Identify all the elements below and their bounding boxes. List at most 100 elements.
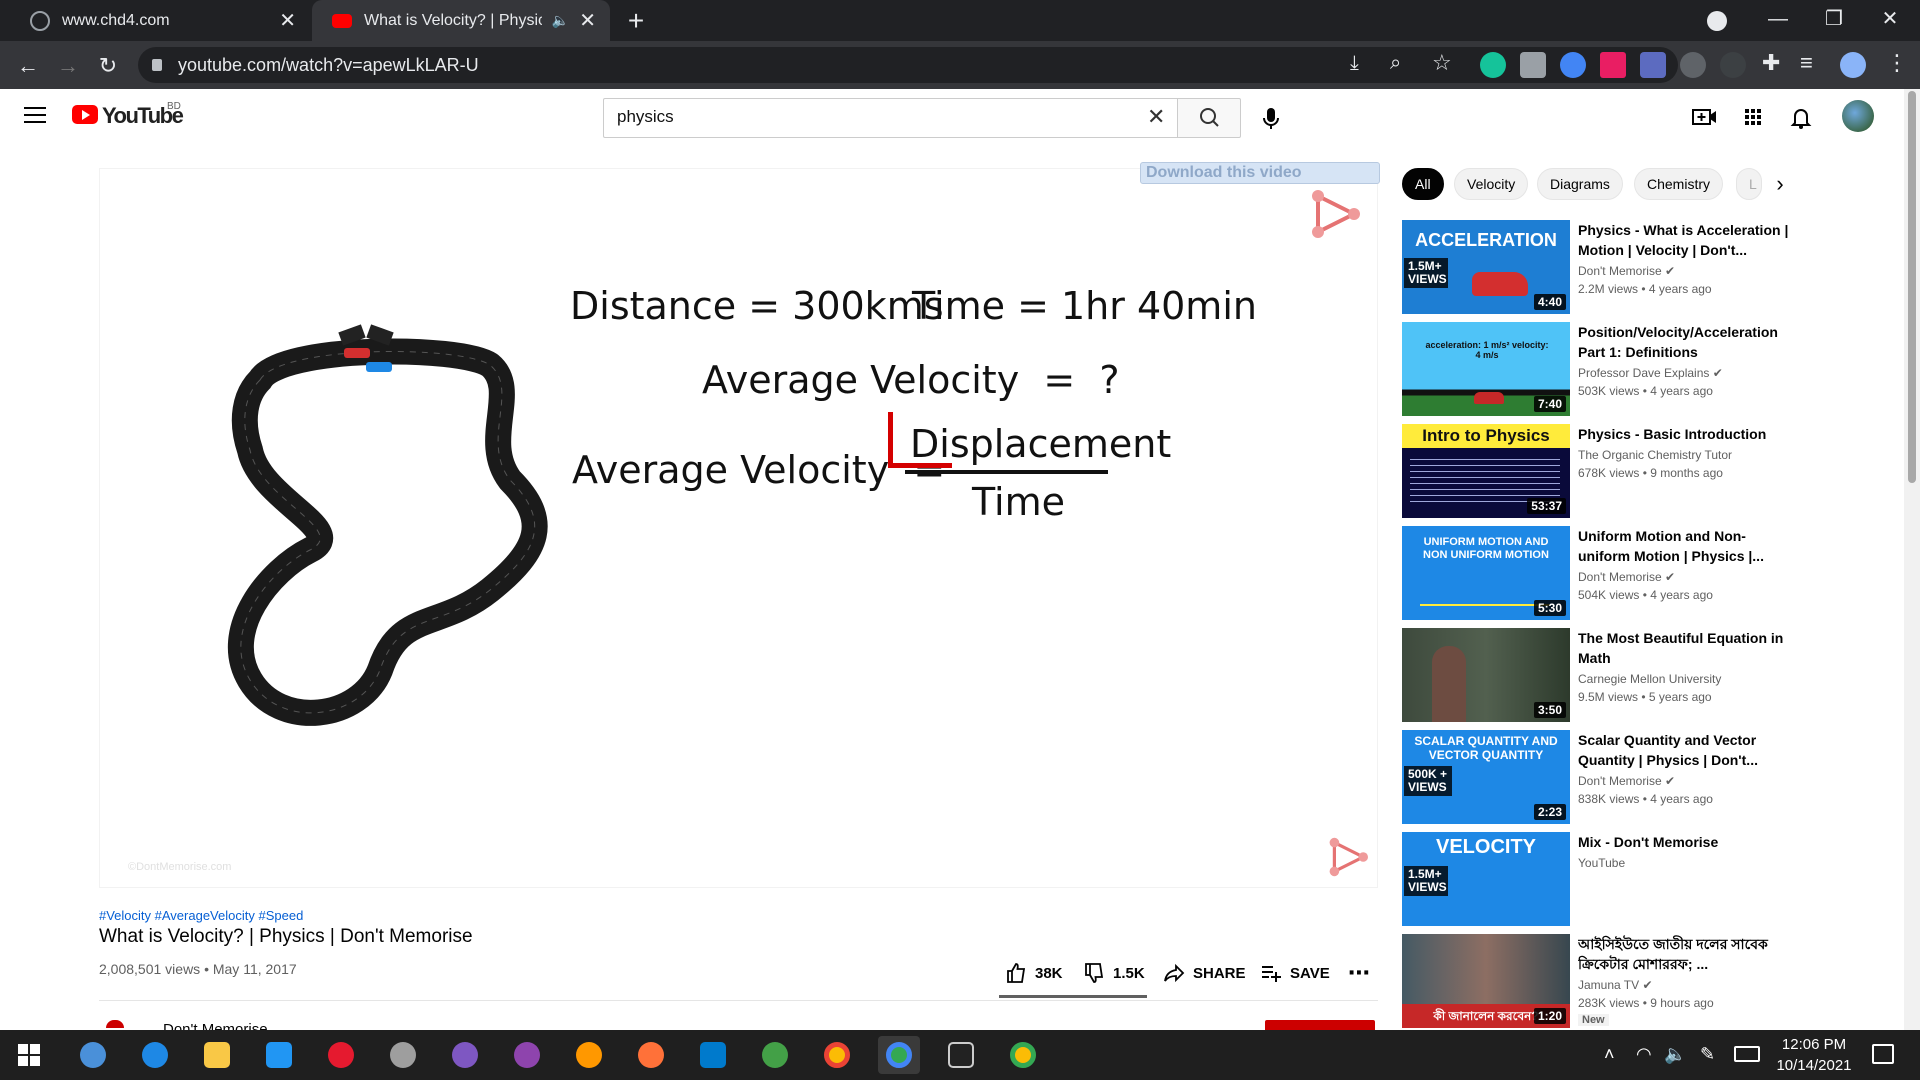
- close-tab-icon[interactable]: ✕: [279, 8, 296, 33]
- new-tab-button[interactable]: +: [620, 6, 652, 38]
- recommendation-item[interactable]: 3:50 The Most Beautiful Equation in Math…: [1402, 628, 1802, 722]
- tab-youtube[interactable]: What is Velocity? | Physics | D 🔈 ✕: [312, 0, 610, 41]
- install-icon[interactable]: ⤓: [1350, 52, 1359, 75]
- edge-icon[interactable]: [134, 1036, 176, 1074]
- mail-icon[interactable]: [258, 1036, 300, 1074]
- extension-color-icon[interactable]: [1560, 52, 1586, 78]
- firefox-icon[interactable]: [630, 1036, 672, 1074]
- account-avatar[interactable]: [1842, 100, 1874, 132]
- video-thumbnail[interactable]: ACCELERATION 1.5M+ VIEWS 4:40: [1402, 220, 1570, 314]
- terminal-icon[interactable]: [940, 1036, 982, 1074]
- extension-play-icon[interactable]: [1600, 52, 1626, 78]
- chip-all[interactable]: All: [1402, 168, 1444, 200]
- chip-velocity[interactable]: Velocity: [1454, 168, 1529, 200]
- recommendation-item[interactable]: ACCELERATION 1.5M+ VIEWS 4:40 Physics - …: [1402, 220, 1802, 314]
- pen-workspace-icon[interactable]: ✎: [1700, 1044, 1715, 1065]
- media-control-icon[interactable]: ≡: [1800, 50, 1813, 76]
- search-box[interactable]: [603, 98, 1177, 138]
- recommendation-item[interactable]: SCALAR QUANTITY AND VECTOR QUANTITY 500K…: [1402, 730, 1802, 824]
- earth-icon[interactable]: [754, 1036, 796, 1074]
- close-window-button[interactable]: ✕: [1862, 0, 1918, 41]
- messenger-icon[interactable]: [444, 1036, 486, 1074]
- qbittorrent-icon[interactable]: [72, 1036, 114, 1074]
- wifi-icon[interactable]: ◠: [1636, 1044, 1652, 1065]
- recommendation-channel[interactable]: Don't Memorise ✔: [1578, 570, 1675, 584]
- video-thumbnail[interactable]: VELOCITY 1.5M+ VIEWS: [1402, 832, 1570, 926]
- recommendation-channel[interactable]: Jamuna TV ✔: [1578, 978, 1653, 992]
- minimize-button[interactable]: —: [1750, 0, 1806, 41]
- chip-diagrams[interactable]: Diagrams: [1537, 168, 1623, 200]
- grammarly-icon[interactable]: [1480, 52, 1506, 78]
- clear-search-icon[interactable]: ✕: [1147, 104, 1165, 130]
- extension-dark-icon[interactable]: [1680, 52, 1706, 78]
- notifications-bell-icon[interactable]: [1786, 104, 1816, 130]
- windows-start-icon[interactable]: [8, 1036, 50, 1074]
- recommendation-item[interactable]: VELOCITY 1.5M+ VIEWS Mix - Don't Memoris…: [1402, 832, 1802, 926]
- taskbar-clock[interactable]: 12:06 PM 10/14/2021: [1764, 1034, 1864, 1076]
- video-thumbnail[interactable]: SCALAR QUANTITY AND VECTOR QUANTITY 500K…: [1402, 730, 1570, 824]
- video-thumbnail[interactable]: 3:50: [1402, 628, 1570, 722]
- download-video-label[interactable]: Download this video: [1146, 164, 1302, 182]
- scrollbar-thumb[interactable]: [1908, 91, 1916, 483]
- video-thumbnail[interactable]: Intro to Physics 53:37: [1402, 424, 1570, 518]
- search-input[interactable]: physics: [617, 107, 674, 127]
- notification-center-icon[interactable]: [1872, 1044, 1894, 1064]
- video-thumbnail[interactable]: UNIFORM MOTION AND NON UNIFORM MOTION 5:…: [1402, 526, 1570, 620]
- recommendation-title[interactable]: Uniform Motion and Non-uniform Motion | …: [1578, 526, 1792, 566]
- video-thumbnail[interactable]: কী জানালেন করবেন? 1:20: [1402, 934, 1570, 1028]
- bookmark-star-icon[interactable]: ☆: [1432, 50, 1452, 76]
- recommendation-channel[interactable]: Carnegie Mellon University: [1578, 672, 1721, 686]
- recommendation-item[interactable]: Intro to Physics 53:37 Physics - Basic I…: [1402, 424, 1802, 518]
- file-explorer-icon[interactable]: [196, 1036, 238, 1074]
- channel-avatar[interactable]: [106, 1020, 124, 1028]
- dislike-button[interactable]: 1.5K: [1083, 960, 1145, 986]
- chrome-active-icon[interactable]: [878, 1036, 920, 1074]
- close-tab-icon[interactable]: ✕: [579, 8, 596, 33]
- recommendation-item[interactable]: acceleration: 1 m/s² velocity: 4 m/s 7:4…: [1402, 322, 1802, 416]
- satellite-app-icon[interactable]: [382, 1036, 424, 1074]
- subscribe-button[interactable]: [1265, 1020, 1375, 1030]
- recommendation-channel[interactable]: Don't Memorise ✔: [1578, 264, 1675, 278]
- recommendation-title[interactable]: Scalar Quantity and Vector Quantity | Ph…: [1578, 730, 1792, 770]
- chrome-profile-icon[interactable]: [1002, 1036, 1044, 1074]
- recommendation-title[interactable]: আইসিইউতে জাতীয় দলের সাবেক ক্রিকেটার মোশ…: [1578, 934, 1792, 974]
- speaker-icon[interactable]: 🔈: [552, 12, 569, 29]
- forward-button[interactable]: →: [52, 50, 84, 82]
- share-button[interactable]: SHARE: [1163, 960, 1246, 986]
- youtube-logo-icon[interactable]: [72, 105, 98, 124]
- zoom-icon[interactable]: ⌕: [1390, 52, 1401, 75]
- extensions-puzzle-icon[interactable]: ✚: [1762, 50, 1780, 76]
- recommendation-item[interactable]: UNIFORM MOTION AND NON UNIFORM MOTION 5:…: [1402, 526, 1802, 620]
- chrome-menu-icon[interactable]: ⋮: [1886, 50, 1908, 76]
- recommendation-item[interactable]: কী জানালেন করবেন? 1:20 আইসিইউতে জাতীয় দ…: [1402, 934, 1802, 1028]
- paint-icon[interactable]: [568, 1036, 610, 1074]
- chip-partial[interactable]: L: [1736, 168, 1762, 200]
- channel-name[interactable]: Don't Memorise: [163, 1021, 268, 1030]
- recommendation-channel[interactable]: Don't Memorise ✔: [1578, 774, 1675, 788]
- recommendation-title[interactable]: Physics - Basic Introduction: [1578, 424, 1792, 444]
- microphone-icon[interactable]: [1253, 100, 1289, 136]
- recommendation-title[interactable]: The Most Beautiful Equation in Math: [1578, 628, 1792, 668]
- like-button[interactable]: 38K: [1005, 960, 1063, 986]
- tab-search-icon[interactable]: [1707, 11, 1727, 31]
- back-button[interactable]: ←: [12, 50, 44, 82]
- recommendation-title[interactable]: Position/Velocity/Acceleration Part 1: D…: [1578, 322, 1792, 362]
- maximize-button[interactable]: ❐: [1806, 0, 1862, 41]
- recommendation-channel[interactable]: The Organic Chemistry Tutor: [1578, 448, 1732, 462]
- volume-icon[interactable]: 🔈: [1664, 1044, 1686, 1065]
- github-icon[interactable]: [506, 1036, 548, 1074]
- chip-chemistry[interactable]: Chemistry: [1634, 168, 1724, 200]
- tray-chevron-icon[interactable]: ˄: [1604, 1044, 1615, 1065]
- create-video-icon[interactable]: [1690, 104, 1720, 130]
- more-actions-icon[interactable]: ⋯: [1348, 960, 1370, 986]
- vscode-icon[interactable]: [692, 1036, 734, 1074]
- recommendation-title[interactable]: Mix - Don't Memorise: [1578, 832, 1792, 852]
- opera-icon[interactable]: [320, 1036, 362, 1074]
- tab-chd4[interactable]: www.chd4.com ✕: [10, 0, 310, 41]
- profile-avatar[interactable]: [1840, 52, 1866, 78]
- keyboard-icon[interactable]: [1734, 1046, 1760, 1062]
- search-button[interactable]: [1177, 98, 1241, 138]
- video-thumbnail[interactable]: acceleration: 1 m/s² velocity: 4 m/s 7:4…: [1402, 322, 1570, 416]
- url-text[interactable]: youtube.com/watch?v=apewLkLAR-U: [178, 55, 479, 76]
- recommendation-channel[interactable]: Professor Dave Explains ✔: [1578, 366, 1723, 380]
